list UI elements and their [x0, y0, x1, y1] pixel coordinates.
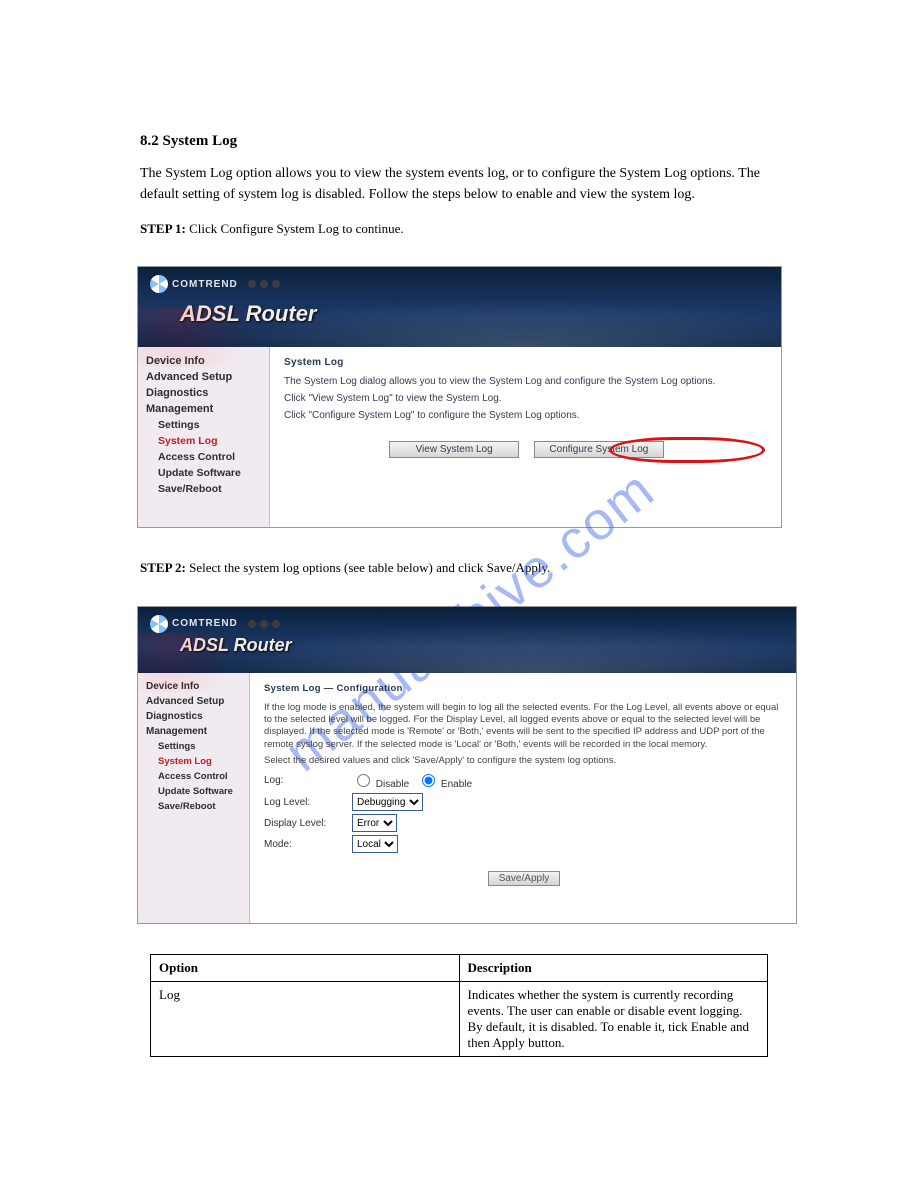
nav-update-software[interactable]: Update Software: [146, 465, 263, 481]
nav-settings[interactable]: Settings: [146, 739, 243, 754]
mode-row: Mode: Local: [264, 835, 784, 853]
loglevel-label: Log Level:: [264, 797, 344, 808]
content-area: System Log The System Log dialog allows …: [270, 347, 781, 527]
content-p2: Click "View System Log" to view the Syst…: [284, 393, 769, 404]
mode-label: Mode:: [264, 839, 344, 850]
table-header-description: Description: [459, 954, 768, 981]
loglevel-select[interactable]: Debugging: [352, 793, 423, 811]
step2-block: STEP 2: Select the system log options (s…: [0, 558, 918, 606]
radio-enable[interactable]: [422, 774, 435, 787]
brand-logo: COMTREND: [150, 275, 280, 293]
sidebar: Device Info Advanced Setup Diagnostics M…: [138, 673, 250, 923]
table-header-option: Option: [151, 954, 460, 981]
radio-disable[interactable]: [357, 774, 370, 787]
mode-select[interactable]: Local: [352, 835, 398, 853]
sidebar: Device Info Advanced Setup Diagnostics M…: [138, 347, 270, 527]
log-enable-option[interactable]: Enable: [417, 771, 472, 790]
brand-text: COMTREND: [172, 618, 238, 629]
doc-section: 8.2 System Log The System Log option all…: [0, 130, 918, 266]
intro-paragraph: The System Log option allows you to view…: [140, 163, 778, 205]
content-title: System Log: [284, 357, 769, 368]
nav-save-reboot[interactable]: Save/Reboot: [146, 481, 263, 497]
nav-management[interactable]: Management: [146, 724, 243, 739]
displaylevel-label: Display Level:: [264, 818, 344, 829]
nav-access-control[interactable]: Access Control: [146, 449, 263, 465]
loglevel-row: Log Level: Debugging: [264, 793, 784, 811]
view-system-log-button[interactable]: View System Log: [389, 441, 519, 458]
banner-title: ADSL Router: [180, 635, 292, 656]
banner-title: ADSL Router: [180, 301, 317, 327]
table-row: Log Indicates whether the system is curr…: [151, 981, 768, 1056]
nav-system-log[interactable]: System Log: [146, 433, 263, 449]
nav-settings[interactable]: Settings: [146, 417, 263, 433]
nav-advanced-setup[interactable]: Advanced Setup: [146, 694, 243, 709]
logo-icon: [150, 275, 168, 293]
step1-heading: STEP 1: Click Configure System Log to co…: [140, 219, 778, 239]
banner-dots: [248, 620, 280, 628]
step2-heading: STEP 2: Select the system log options (s…: [140, 558, 778, 578]
config-para2: Select the desired values and click 'Sav…: [264, 755, 784, 767]
log-disable-option[interactable]: Disable: [352, 771, 409, 790]
content-p1: The System Log dialog allows you to view…: [284, 376, 769, 387]
section-heading: 8.2 System Log: [140, 130, 778, 153]
table-cell-option: Log: [151, 981, 460, 1056]
nav-diagnostics[interactable]: Diagnostics: [146, 709, 243, 724]
logo-icon: [150, 615, 168, 633]
banner: COMTREND ADSL Router: [138, 607, 796, 673]
content-area: System Log — Configuration If the log mo…: [250, 673, 796, 923]
nav-system-log[interactable]: System Log: [146, 754, 243, 769]
router-panel-2: COMTREND ADSL Router Device Info Advance…: [137, 606, 797, 924]
log-row: Log: Disable Enable: [264, 771, 784, 790]
table-cell-description: Indicates whether the system is currentl…: [459, 981, 768, 1056]
displaylevel-select[interactable]: Error: [352, 814, 397, 832]
nav-advanced-setup[interactable]: Advanced Setup: [146, 369, 263, 385]
router-panel-1: COMTREND ADSL Router Device Info Advance…: [137, 266, 782, 528]
nav-management[interactable]: Management: [146, 401, 263, 417]
nav-save-reboot[interactable]: Save/Reboot: [146, 799, 243, 814]
content-p3: Click "Configure System Log" to configur…: [284, 410, 769, 421]
log-label: Log:: [264, 775, 344, 786]
configure-system-log-button[interactable]: Configure System Log: [534, 441, 664, 458]
config-para1: If the log mode is enabled, the system w…: [264, 702, 784, 751]
content-title: System Log — Configuration: [264, 683, 784, 694]
brand-text: COMTREND: [172, 279, 238, 290]
nav-diagnostics[interactable]: Diagnostics: [146, 385, 263, 401]
nav-device-info[interactable]: Device Info: [146, 353, 263, 369]
displaylevel-row: Display Level: Error: [264, 814, 784, 832]
banner: COMTREND ADSL Router: [138, 267, 781, 347]
nav-access-control[interactable]: Access Control: [146, 769, 243, 784]
nav-device-info[interactable]: Device Info: [146, 679, 243, 694]
nav-update-software[interactable]: Update Software: [146, 784, 243, 799]
brand-logo: COMTREND: [150, 615, 280, 633]
banner-dots: [248, 280, 280, 288]
options-table: Option Description Log Indicates whether…: [150, 954, 768, 1057]
save-apply-button[interactable]: Save/Apply: [488, 871, 561, 886]
